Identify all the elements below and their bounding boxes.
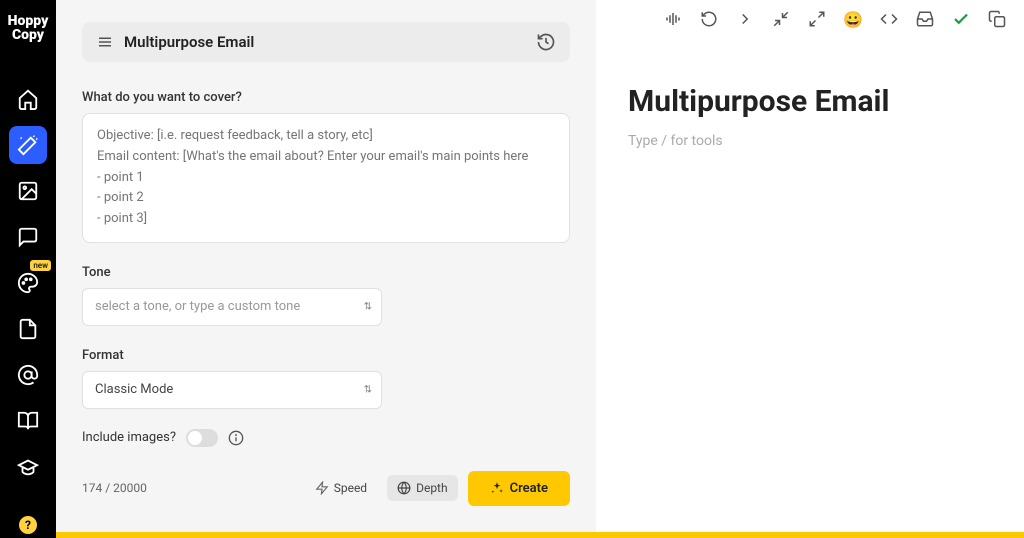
lightning-icon [315, 481, 329, 495]
sound-wave-icon[interactable] [664, 10, 682, 28]
speed-label: Speed [334, 481, 367, 495]
accent-strip [56, 532, 596, 538]
nav-book[interactable] [9, 402, 47, 440]
char-count: 174 / 20000 [82, 481, 295, 495]
main: Multipurpose Email What do you want to c… [56, 0, 1024, 538]
editor-toolbar: 😀 [596, 0, 1024, 32]
editor-body[interactable]: Multipurpose Email Type / for tools [596, 32, 1024, 149]
nav-home[interactable] [9, 80, 47, 118]
chevron-right-icon[interactable] [736, 10, 754, 28]
form-pane: Multipurpose Email What do you want to c… [56, 0, 596, 538]
at-sign-icon [17, 364, 39, 386]
create-label: Create [510, 481, 548, 496]
form-header: Multipurpose Email [82, 22, 570, 62]
menu-icon[interactable] [96, 33, 114, 51]
include-images-toggle[interactable] [186, 429, 218, 447]
check-icon[interactable] [952, 10, 970, 28]
collapse-icon[interactable] [772, 10, 790, 28]
image-icon [17, 180, 39, 202]
depth-mode-button[interactable]: Depth [387, 475, 458, 501]
new-badge: new [30, 260, 51, 271]
globe-icon [397, 481, 411, 495]
nav-education[interactable] [9, 448, 47, 486]
nav-at[interactable] [9, 356, 47, 394]
refresh-icon[interactable] [700, 10, 718, 28]
nav-image[interactable] [9, 172, 47, 210]
help-button[interactable]: ? [19, 516, 37, 534]
nav-magic[interactable] [9, 126, 47, 164]
editor-title: Multipurpose Email [628, 84, 1024, 119]
nav-document[interactable] [9, 310, 47, 348]
cover-label: What do you want to cover? [82, 90, 570, 105]
tone-label: Tone [82, 265, 570, 280]
book-icon [17, 410, 39, 432]
sparkle-icon [490, 481, 504, 495]
depth-label: Depth [416, 481, 448, 495]
create-button[interactable]: Create [468, 471, 570, 506]
home-icon [17, 88, 39, 110]
history-icon[interactable] [536, 32, 556, 52]
brand-line-1: Hoppy [8, 14, 49, 28]
code-icon[interactable] [880, 10, 898, 28]
magic-wand-icon [17, 134, 39, 156]
document-icon [17, 318, 39, 340]
nav-palette[interactable]: new [9, 264, 47, 302]
tone-select[interactable] [82, 288, 382, 326]
editor-placeholder: Type / for tools [628, 133, 1024, 149]
format-select-wrap: ⇅ [82, 371, 382, 409]
tone-select-wrap: ⇅ [82, 288, 382, 326]
expand-icon[interactable] [808, 10, 826, 28]
sidebar: Hoppy Copy new ? [0, 0, 56, 538]
form-title: Multipurpose Email [124, 33, 526, 51]
format-label: Format [82, 348, 570, 363]
speed-mode-button[interactable]: Speed [305, 475, 377, 501]
education-icon [17, 456, 39, 478]
palette-icon [17, 272, 39, 294]
editor-pane: 😀 Multipurpose Email Type / for tools [596, 0, 1024, 538]
chat-icon [17, 226, 39, 248]
format-select[interactable] [82, 371, 382, 409]
include-images-label: Include images? [82, 430, 176, 445]
brand-logo: Hoppy Copy [8, 14, 49, 42]
accent-strip-right [596, 532, 1024, 538]
action-row: 174 / 20000 Speed Depth Create [82, 471, 570, 506]
include-images-row: Include images? [82, 429, 570, 447]
nav-chat[interactable] [9, 218, 47, 256]
info-icon[interactable] [228, 430, 244, 446]
copy-icon[interactable] [988, 10, 1006, 28]
emoji-icon[interactable]: 😀 [844, 10, 862, 28]
brand-line-2: Copy [8, 28, 49, 42]
inbox-icon[interactable] [916, 10, 934, 28]
cover-textarea[interactable] [82, 113, 570, 243]
